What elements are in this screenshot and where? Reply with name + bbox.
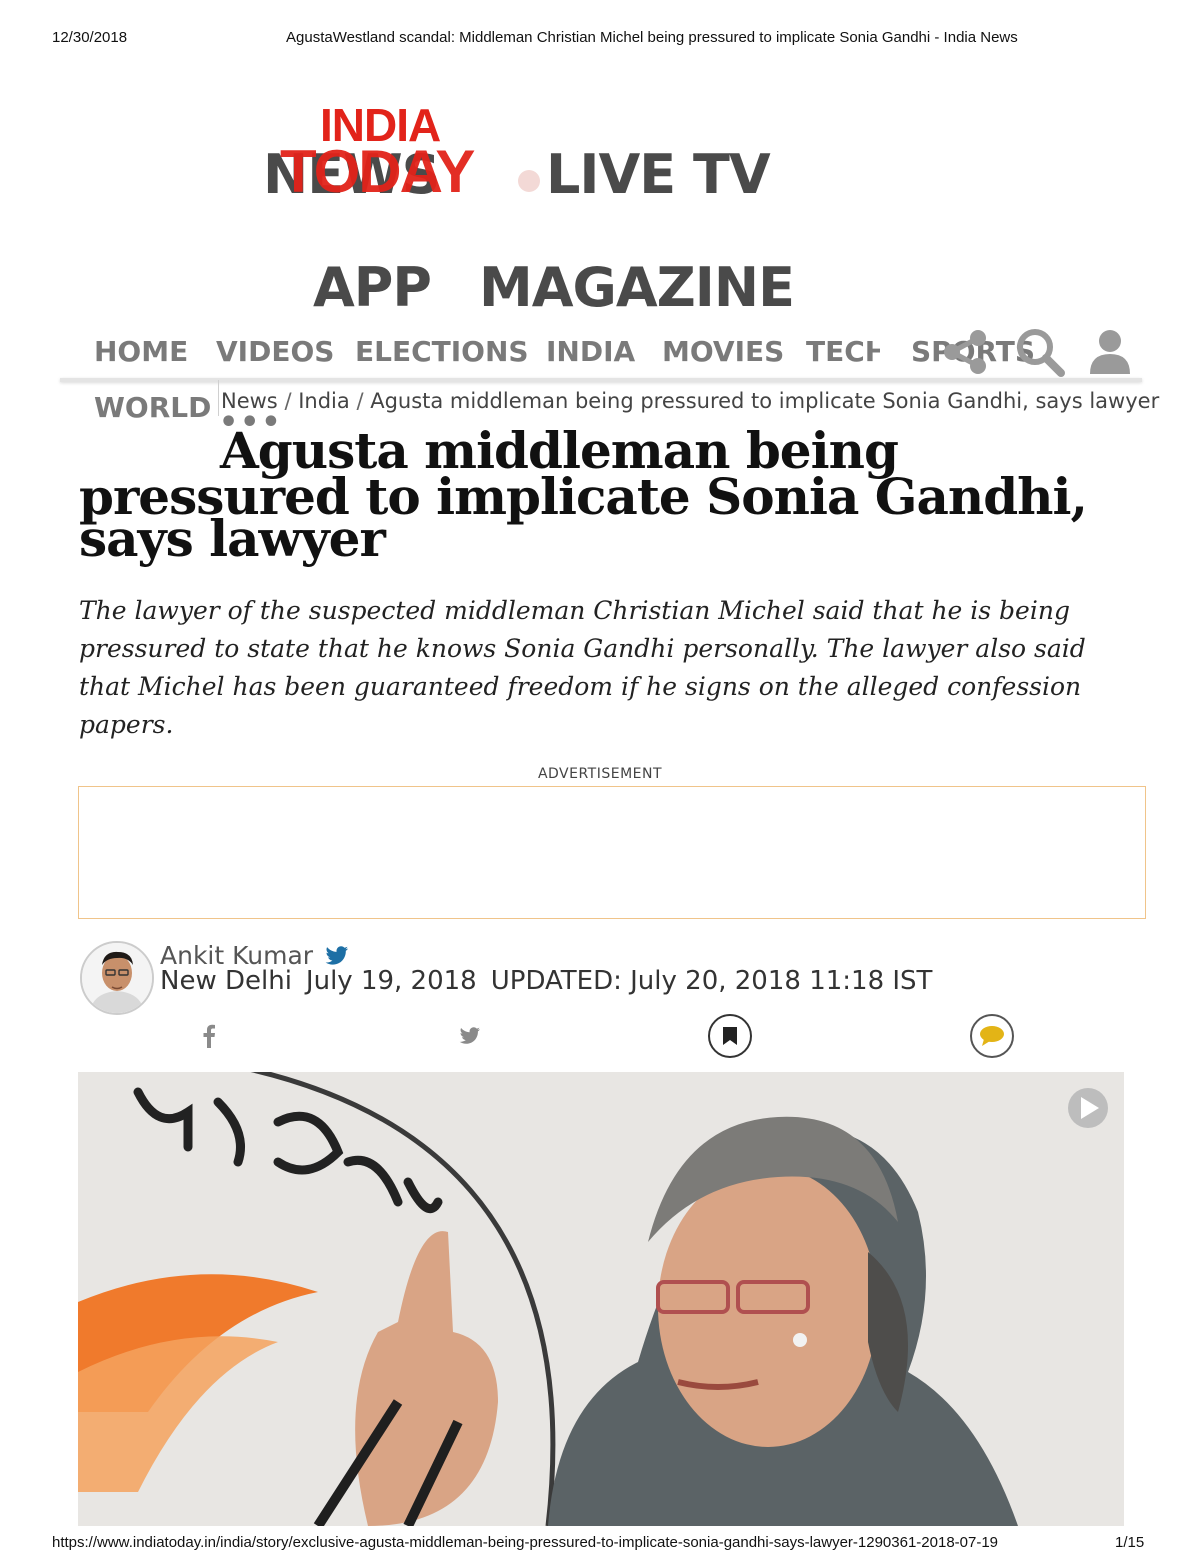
comment-icon [980,1026,1004,1046]
twitter-share-button[interactable] [448,1014,492,1058]
advertisement-slot[interactable] [78,786,1146,919]
headline-line-3: says lawyer [79,509,386,568]
twitter-icon [459,1027,480,1044]
article-hero-image[interactable] [78,1072,1124,1526]
share-network-icon[interactable] [940,328,990,380]
nav-videos[interactable]: VIDEOS [216,338,334,366]
breadcrumb: News / India / Agusta middleman being pr… [221,389,1159,413]
facebook-icon [203,1024,215,1048]
logo-today-text[interactable]: TODAY [280,142,475,202]
breadcrumb-news[interactable]: News [221,389,278,413]
breadcrumb-india[interactable]: India [298,389,350,413]
comment-button[interactable] [970,1014,1014,1058]
author-location: New Delhi [160,966,292,996]
print-title: AgustaWestland scandal: Middleman Christ… [286,29,1018,46]
live-dot-icon [518,170,540,192]
nav-movies[interactable]: MOVIES [662,338,784,366]
advertisement-label: ADVERTISEMENT [537,766,663,782]
facebook-share-button[interactable] [187,1014,231,1058]
nav-home[interactable]: HOME [94,338,188,366]
bookmark-button[interactable] [708,1014,752,1058]
nav-elections[interactable]: ELECTIONS [355,338,529,366]
print-date: 12/30/2018 [52,29,128,46]
nav-tech[interactable]: TECH [806,338,880,366]
author-avatar[interactable] [80,941,154,1015]
live-tv-link[interactable]: LIVE TV [546,148,771,202]
dateline: New Delhi July 19, 2018 UPDATED: July 20, … [160,966,946,996]
article-summary: The lawyer of the suspected middleman Ch… [79,596,1086,739]
updated-date: UPDATED: July 20, 2018 11:18 IST [490,966,933,996]
nav-bottom-border [60,378,1142,382]
app-link[interactable]: APP [313,261,432,315]
publish-date: July 19, 2018 [305,966,477,996]
breadcrumb-separator: / [284,389,292,413]
bookmark-icon [723,1027,737,1045]
user-profile-icon[interactable] [1088,328,1132,378]
breadcrumb-current: Agusta middleman being pressured to impl… [370,389,1160,413]
magazine-link[interactable]: MAGAZINE [479,261,795,315]
search-icon[interactable] [1014,326,1066,382]
print-page-number: 1/15 [1115,1534,1145,1551]
breadcrumb-separator: / [356,389,364,413]
nav-india[interactable]: INDIA [546,338,635,366]
print-url: https://www.indiatoday.in/india/story/ex… [52,1534,999,1551]
nav-world[interactable]: WORLD [94,394,211,422]
